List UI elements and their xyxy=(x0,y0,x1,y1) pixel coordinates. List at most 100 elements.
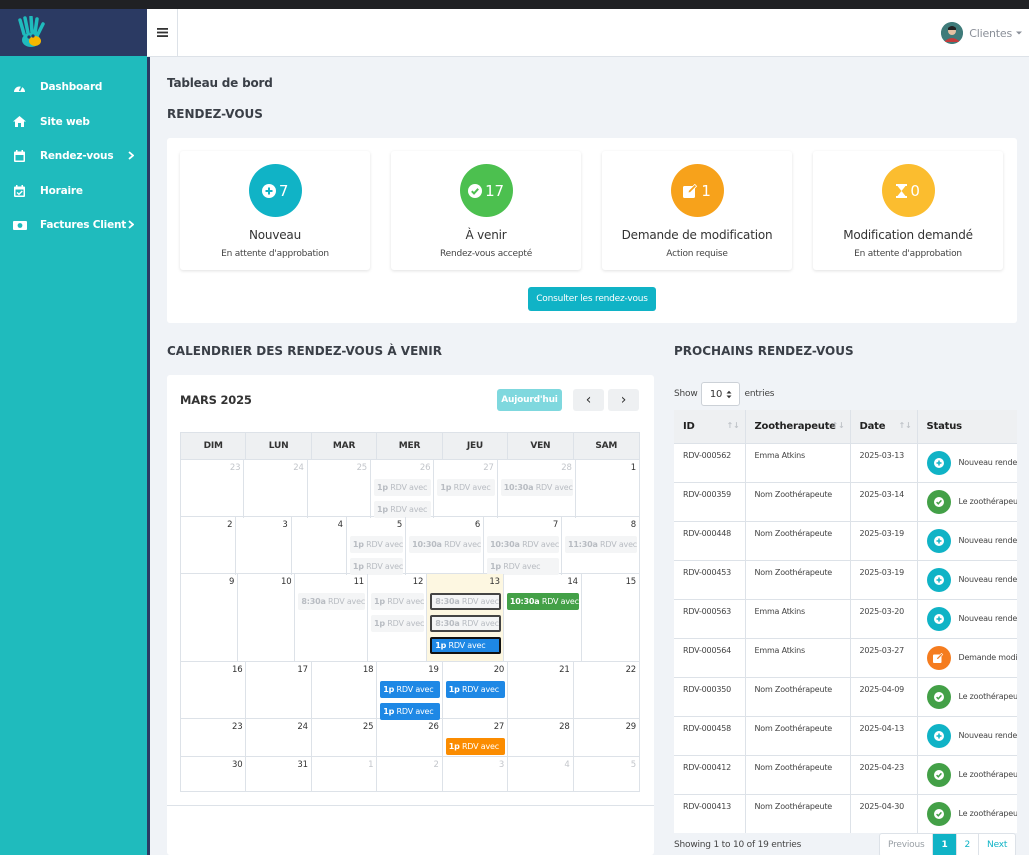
calendar-event[interactable]: 10:30a RDV avec xyxy=(506,593,579,610)
calendar-event[interactable]: 1p RDV avec xyxy=(371,615,425,632)
stat-card-demande-modification[interactable]: 1 Demande de modification Action requise xyxy=(602,151,792,270)
calendar-event[interactable]: 10:30a RDV avec xyxy=(487,536,560,553)
calendar-event[interactable]: 1p RDV avec xyxy=(487,558,560,575)
calendar-day[interactable]: 25 xyxy=(308,460,372,518)
calendar-day[interactable]: 3 xyxy=(443,757,509,791)
stat-card-a-venir[interactable]: 17 À venir Rendez-vous accepté xyxy=(391,151,581,270)
table-row[interactable]: RDV-000453 Nom Zoothérapeute 2025-03-19 Nou… xyxy=(674,559,1017,599)
calendar-day[interactable]: 20 1p RDV avec xyxy=(443,662,509,720)
calendar-day[interactable]: 2 xyxy=(377,757,443,791)
calendar-event[interactable]: 11:30a RDV avec xyxy=(565,536,637,553)
calendar-day[interactable]: 7 10:30a RDV avec 1p RDV avec xyxy=(484,517,563,575)
calendar-event[interactable]: 1p RDV avec xyxy=(445,681,506,698)
calendar-event[interactable]: 1p RDV avec xyxy=(430,637,501,654)
pagination-page-2[interactable]: 2 xyxy=(957,834,980,855)
calendar-day[interactable]: 8 11:30a RDV avec xyxy=(562,517,639,575)
calendar-event[interactable]: 1p RDV avec xyxy=(445,738,506,755)
column-header-id[interactable]: ID ↑↓ xyxy=(674,410,746,443)
calendar-day[interactable]: 16 xyxy=(181,662,247,720)
calendar-event[interactable]: 1p RDV avec xyxy=(380,681,440,698)
calendar-event[interactable]: 8:30a RDV avec xyxy=(298,593,366,610)
calendar-day[interactable]: 15 xyxy=(582,574,639,661)
table-row[interactable]: RDV-000448 Nom Zoothérapeute 2025-03-19 Nou… xyxy=(674,520,1017,560)
table-row[interactable]: RDV-000359 Nom Zoothérapeute 2025-03-14 Le … xyxy=(674,481,1017,521)
day-number[interactable]: 4 xyxy=(338,520,343,530)
table-row[interactable]: RDV-000458 Nom Zoothérapeute 2025-04-13 Nou… xyxy=(674,715,1017,755)
entries-select[interactable]: 10 xyxy=(701,382,741,406)
calendar-day[interactable]: 30 xyxy=(181,757,247,791)
day-number[interactable]: 3 xyxy=(282,520,287,530)
stat-card-modification-demande[interactable]: 0 Modification demandé En attente d'appr… xyxy=(813,151,1003,270)
calendar-day[interactable]: 23 xyxy=(181,719,247,756)
day-number[interactable]: 20 xyxy=(494,665,505,675)
day-number[interactable]: 1 xyxy=(631,463,636,473)
calendar-day-today[interactable]: 13 8:30a RDV avec 8:30a RDV avec 1p RDV ave… xyxy=(427,574,504,661)
calendar-day[interactable]: 18 xyxy=(312,662,378,720)
calendar-day[interactable]: 28 xyxy=(508,719,574,756)
calendar-day[interactable]: 17 xyxy=(246,662,312,720)
day-number[interactable]: 12 xyxy=(413,577,424,587)
calendar-day[interactable]: 10 xyxy=(238,574,296,661)
day-number[interactable]: 28 xyxy=(561,463,572,473)
calendar-day[interactable]: 28 10:30a RDV avec xyxy=(498,460,576,518)
table-row[interactable]: RDV-000413 Nom Zoothérapeute 2025-04-30 Le … xyxy=(674,793,1017,833)
sidebar-item-rendez-vous[interactable]: Rendez-vous xyxy=(0,139,147,174)
pagination-previous-button[interactable]: Previous xyxy=(880,834,934,855)
calendar-event[interactable]: 10:30a RDV avec xyxy=(409,536,482,553)
calendar-day[interactable]: 27 1p RDV avec xyxy=(443,719,509,756)
calendar-day[interactable]: 24 xyxy=(246,719,312,756)
day-number[interactable]: 24 xyxy=(297,722,308,732)
column-header-date[interactable]: Date ↑↓ xyxy=(850,410,918,443)
calendar-event[interactable]: 1p RDV avec xyxy=(349,536,404,553)
day-number[interactable]: 24 xyxy=(293,463,304,473)
calendar-day[interactable]: 23 xyxy=(181,460,245,518)
pagination-next-button[interactable]: Next xyxy=(979,834,1015,855)
day-number[interactable]: 22 xyxy=(626,665,637,675)
pagination-page-1[interactable]: 1 xyxy=(933,834,957,855)
day-number[interactable]: 10 xyxy=(281,577,292,587)
calendar-event[interactable]: 1p RDV avec xyxy=(380,703,440,720)
sidebar-item-site-web[interactable]: Site web xyxy=(0,105,147,140)
day-number[interactable]: 18 xyxy=(363,665,374,675)
calendar-day[interactable]: 5 xyxy=(574,757,639,791)
table-row[interactable]: RDV-000412 Nom Zoothérapeute 2025-04-23 Le … xyxy=(674,754,1017,794)
calendar-day[interactable]: 2 xyxy=(181,517,237,575)
calendar-event[interactable]: 8:30a RDV avec xyxy=(430,593,501,610)
calendar-day[interactable]: 22 xyxy=(574,662,639,720)
day-number[interactable]: 15 xyxy=(626,577,637,587)
day-number[interactable]: 23 xyxy=(230,463,241,473)
day-number[interactable]: 19 xyxy=(428,665,439,675)
day-number[interactable]: 28 xyxy=(559,722,570,732)
calendar-event[interactable]: 1p RDV avec xyxy=(437,479,495,496)
calendar-day[interactable]: 21 xyxy=(508,662,574,720)
day-number[interactable]: 4 xyxy=(564,760,569,770)
day-number[interactable]: 27 xyxy=(494,722,505,732)
calendar-event[interactable]: 8:30a RDV avec xyxy=(430,615,501,632)
sidebar-item-factures-client[interactable]: Factures Client xyxy=(0,208,147,243)
calendar-day[interactable]: 1 xyxy=(312,757,378,791)
day-number[interactable]: 17 xyxy=(297,665,308,675)
calendar-day[interactable]: 24 xyxy=(244,460,308,518)
day-number[interactable]: 23 xyxy=(232,722,243,732)
calendar-today-button[interactable]: Aujourd'hui xyxy=(497,389,562,411)
table-row[interactable]: RDV-000562 Emma Atkins 2025-03-13 Nouveau r… xyxy=(674,442,1017,482)
day-number[interactable]: 6 xyxy=(475,520,480,530)
day-number[interactable]: 30 xyxy=(232,760,243,770)
day-number[interactable]: 2 xyxy=(227,520,232,530)
calendar-day[interactable]: 6 10:30a RDV avec xyxy=(406,517,485,575)
calendar-day[interactable]: 3 xyxy=(236,517,292,575)
calendar-day[interactable]: 9 xyxy=(181,574,239,661)
calendar-day[interactable]: 26 1p RDV avec 1p RDV avec xyxy=(371,460,435,518)
table-row[interactable]: RDV-000563 Emma Atkins 2025-03-20 Nouveau r… xyxy=(674,598,1017,638)
day-number[interactable]: 31 xyxy=(297,760,308,770)
day-number[interactable]: 3 xyxy=(499,760,504,770)
table-row[interactable]: RDV-000350 Nom Zoothérapeute 2025-04-09 Le … xyxy=(674,676,1017,716)
day-number[interactable]: 21 xyxy=(559,665,570,675)
day-number[interactable]: 26 xyxy=(428,722,439,732)
day-number[interactable]: 16 xyxy=(232,665,243,675)
day-number[interactable]: 1 xyxy=(368,760,373,770)
brand-logo[interactable] xyxy=(0,9,147,56)
day-number[interactable]: 8 xyxy=(631,520,636,530)
calendar-day[interactable]: 4 xyxy=(292,517,347,575)
column-header-zootherapeute[interactable]: Zootherapeute ↑↓ xyxy=(745,410,851,443)
